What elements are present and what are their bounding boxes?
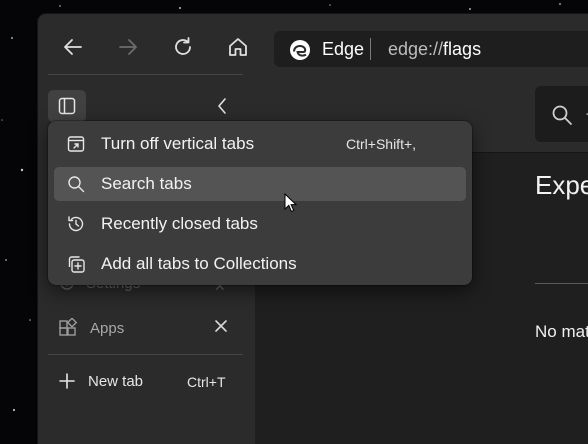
new-tab-shortcut: Ctrl+T	[187, 374, 226, 390]
collections-add-icon	[68, 256, 85, 273]
arrow-right-icon	[119, 39, 137, 55]
menu-item-search-tabs[interactable]: Search tabs	[54, 167, 466, 201]
site-name: Edge	[322, 39, 365, 59]
search-icon	[68, 176, 85, 193]
edge-logo-icon	[290, 40, 310, 60]
tab-actions-context-menu: Turn off vertical tabs Ctrl+Shift+, Sear…	[48, 121, 472, 285]
home-button[interactable]	[223, 32, 253, 62]
menu-item-add-all-tabs-to-collections[interactable]: Add all tabs to Collections	[54, 247, 466, 281]
back-button[interactable]	[58, 32, 88, 62]
tab-actions-menu-button[interactable]	[48, 90, 86, 122]
url-text: edge://flags	[388, 39, 481, 60]
url-scheme: edge://	[388, 39, 444, 59]
plus-icon	[59, 373, 75, 389]
menu-item-label: Recently closed tabs	[101, 214, 258, 233]
apps-close-button[interactable]	[214, 319, 228, 338]
menu-item-recently-closed-tabs[interactable]: Recently closed tabs	[54, 207, 466, 241]
new-tab-label: New tab	[88, 372, 144, 390]
collapse-pane-button[interactable]	[214, 96, 230, 121]
mouse-pointer-icon	[284, 193, 298, 213]
browser-toolbar: Edge edge://flags	[38, 14, 588, 74]
chevron-left-icon	[218, 98, 226, 114]
sidebar-divider	[48, 74, 243, 75]
apps-icon	[59, 318, 78, 336]
address-separator	[370, 38, 371, 60]
menu-item-shortcut: Ctrl+Shift+,	[346, 136, 417, 152]
url-path: flags	[443, 39, 482, 59]
vertical-tabs-toggle-icon	[67, 136, 85, 152]
close-icon	[215, 320, 227, 332]
content-divider	[535, 283, 588, 284]
address-bar[interactable]: Edge edge://flags	[274, 31, 588, 67]
flags-search-input[interactable]: ..	[535, 86, 588, 142]
page-heading: Expe	[535, 170, 588, 200]
menu-item-turn-off-vertical-tabs[interactable]: Turn off vertical tabs Ctrl+Shift+,	[54, 127, 466, 161]
sidebar-divider	[48, 354, 243, 355]
new-tab-button[interactable]: New tab	[58, 370, 143, 392]
sidebar-item-label: Apps	[90, 319, 125, 337]
no-match-text: No mat	[535, 322, 588, 341]
forward-button[interactable]	[113, 32, 143, 62]
refresh-icon	[175, 37, 191, 55]
refresh-button[interactable]	[168, 32, 198, 62]
arrow-left-icon	[64, 39, 82, 55]
sidebar-item-apps[interactable]: Apps	[58, 317, 124, 339]
history-icon	[68, 216, 84, 232]
search-icon	[552, 105, 572, 125]
menu-item-label: Add all tabs to Collections	[101, 254, 297, 273]
home-icon	[229, 38, 247, 56]
menu-item-label: Search tabs	[101, 174, 192, 193]
menu-item-label: Turn off vertical tabs	[101, 134, 255, 153]
sidebar-panel-icon	[58, 97, 76, 115]
